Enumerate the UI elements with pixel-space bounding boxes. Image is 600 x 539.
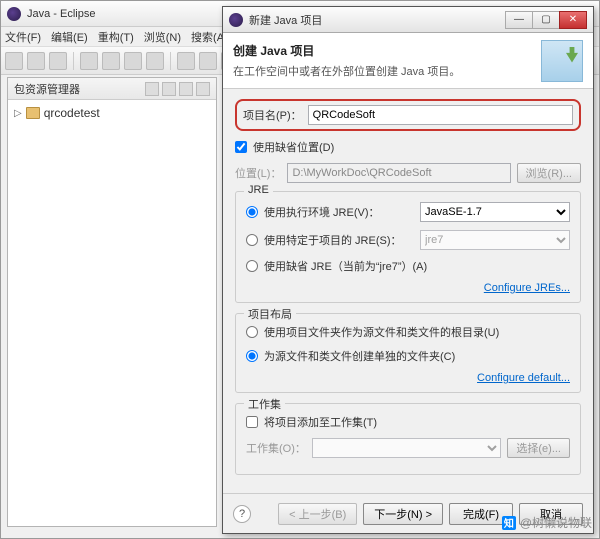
jre-group-title: JRE (244, 184, 273, 196)
toolbar-separator (73, 52, 74, 70)
eclipse-icon (229, 13, 243, 27)
workingset-group-title: 工作集 (244, 396, 285, 412)
toolbar-btn[interactable] (49, 52, 67, 70)
next-button[interactable]: 下一步(N) > (363, 503, 443, 525)
jre-exec-env-label: 使用执行环境 JRE(V)： (264, 204, 414, 220)
toolbar-separator (170, 52, 171, 70)
layout-single-label: 使用项目文件夹作为源文件和类文件的根目录(U) (264, 324, 499, 340)
toolbar-btn[interactable] (177, 52, 195, 70)
toolbar-btn[interactable] (80, 52, 98, 70)
location-row: 位置(L)： 浏览(R)... (235, 163, 581, 183)
project-name-row: 项目名(P)： (235, 99, 581, 131)
banner-wizard-icon (541, 40, 583, 82)
package-explorer: 包资源管理器 ▷ qrcodetest (7, 77, 217, 527)
workingset-group: 工作集 将项目添加至工作集(T) 工作集(O)： 选择(e)... (235, 403, 581, 475)
jre-project-radio[interactable] (246, 234, 258, 246)
menu-edit[interactable]: 编辑(E) (51, 29, 88, 45)
toolbar-btn[interactable] (102, 52, 120, 70)
watermark: 知 @树懒说物联 (502, 514, 592, 531)
project-label: qrcodetest (44, 106, 100, 120)
use-default-location-label: 使用缺省位置(D) (253, 139, 334, 155)
explorer-title: 包资源管理器 (8, 78, 216, 100)
banner-title: 创建 Java 项目 (233, 42, 460, 59)
project-name-label: 项目名(P)： (243, 107, 302, 123)
default-location-row: 使用缺省位置(D) (235, 139, 581, 155)
configure-jres-link[interactable]: Configure JREs... (484, 282, 570, 294)
tree-item-project[interactable]: ▷ qrcodetest (14, 106, 210, 120)
toolbar-btn[interactable] (124, 52, 142, 70)
use-default-location-checkbox[interactable] (235, 141, 247, 153)
banner-desc: 在工作空间中或者在外部位置创建 Java 项目。 (233, 63, 460, 79)
workingset-select-button[interactable]: 选择(e)... (507, 438, 570, 458)
layout-single-radio[interactable] (246, 326, 258, 338)
jre-default-label: 使用缺省 JRE（当前为“jre7”）(A) (264, 258, 427, 274)
menu-navigate[interactable]: 浏览(N) (144, 29, 181, 45)
location-input (287, 163, 510, 183)
toolbar-btn[interactable] (199, 52, 217, 70)
layout-separate-label: 为源文件和类文件创建单独的文件夹(C) (264, 348, 455, 364)
maximize-button[interactable]: ▢ (532, 11, 560, 29)
explorer-body: ▷ qrcodetest (8, 100, 216, 126)
explorer-icon[interactable] (145, 82, 159, 96)
location-label: 位置(L)： (235, 165, 281, 181)
add-to-workingset-label: 将项目添加至工作集(T) (264, 414, 377, 430)
project-icon (26, 107, 40, 119)
explorer-icon[interactable] (179, 82, 193, 96)
browse-button[interactable]: 浏览(R)... (517, 163, 581, 183)
add-to-workingset-checkbox[interactable] (246, 416, 258, 428)
zhihu-icon: 知 (502, 516, 516, 530)
jre-project-select[interactable]: jre7 (420, 230, 570, 250)
menu-refactor[interactable]: 重构(T) (98, 29, 134, 45)
menu-file[interactable]: 文件(F) (5, 29, 41, 45)
layout-group: 项目布局 使用项目文件夹作为源文件和类文件的根目录(U) 为源文件和类文件创建单… (235, 313, 581, 393)
workingset-label: 工作集(O)： (246, 440, 306, 456)
jre-default-radio[interactable] (246, 260, 258, 272)
dialog-title-text: 新建 Java 项目 (249, 12, 322, 28)
jre-exec-env-select[interactable]: JavaSE-1.7 (420, 202, 570, 222)
dialog-banner: 创建 Java 项目 在工作空间中或者在外部位置创建 Java 项目。 (223, 33, 593, 89)
tree-twisty-icon[interactable]: ▷ (14, 108, 22, 119)
eclipse-title-text: Java - Eclipse (27, 8, 95, 20)
jre-exec-env-radio[interactable] (246, 206, 258, 218)
project-name-input[interactable] (308, 105, 573, 125)
menu-search[interactable]: 搜索(A (191, 29, 224, 45)
explorer-icon[interactable] (196, 82, 210, 96)
watermark-text: @树懒说物联 (520, 514, 592, 531)
back-button[interactable]: < 上一步(B) (278, 503, 357, 525)
minimize-button[interactable]: — (505, 11, 533, 29)
explorer-title-text: 包资源管理器 (14, 81, 80, 97)
help-button[interactable]: ? (233, 505, 251, 523)
layout-group-title: 项目布局 (244, 306, 296, 322)
explorer-icon[interactable] (162, 82, 176, 96)
workingset-select[interactable] (312, 438, 501, 458)
jre-group: JRE 使用执行环境 JRE(V)： JavaSE-1.7 使用特定于项目的 J… (235, 191, 581, 303)
new-java-project-dialog: 新建 Java 项目 — ▢ ✕ 创建 Java 项目 在工作空间中或者在外部位… (222, 6, 594, 534)
layout-separate-radio[interactable] (246, 350, 258, 362)
toolbar-btn[interactable] (146, 52, 164, 70)
close-button[interactable]: ✕ (559, 11, 587, 29)
dialog-titlebar[interactable]: 新建 Java 项目 — ▢ ✕ (223, 7, 593, 33)
jre-project-label: 使用特定于项目的 JRE(S)： (264, 232, 414, 248)
toolbar-btn[interactable] (5, 52, 23, 70)
eclipse-icon (7, 7, 21, 21)
toolbar-btn[interactable] (27, 52, 45, 70)
dialog-body: 项目名(P)： 使用缺省位置(D) 位置(L)： 浏览(R)... JRE 使用… (223, 89, 593, 495)
configure-default-link[interactable]: Configure default... (477, 372, 570, 384)
